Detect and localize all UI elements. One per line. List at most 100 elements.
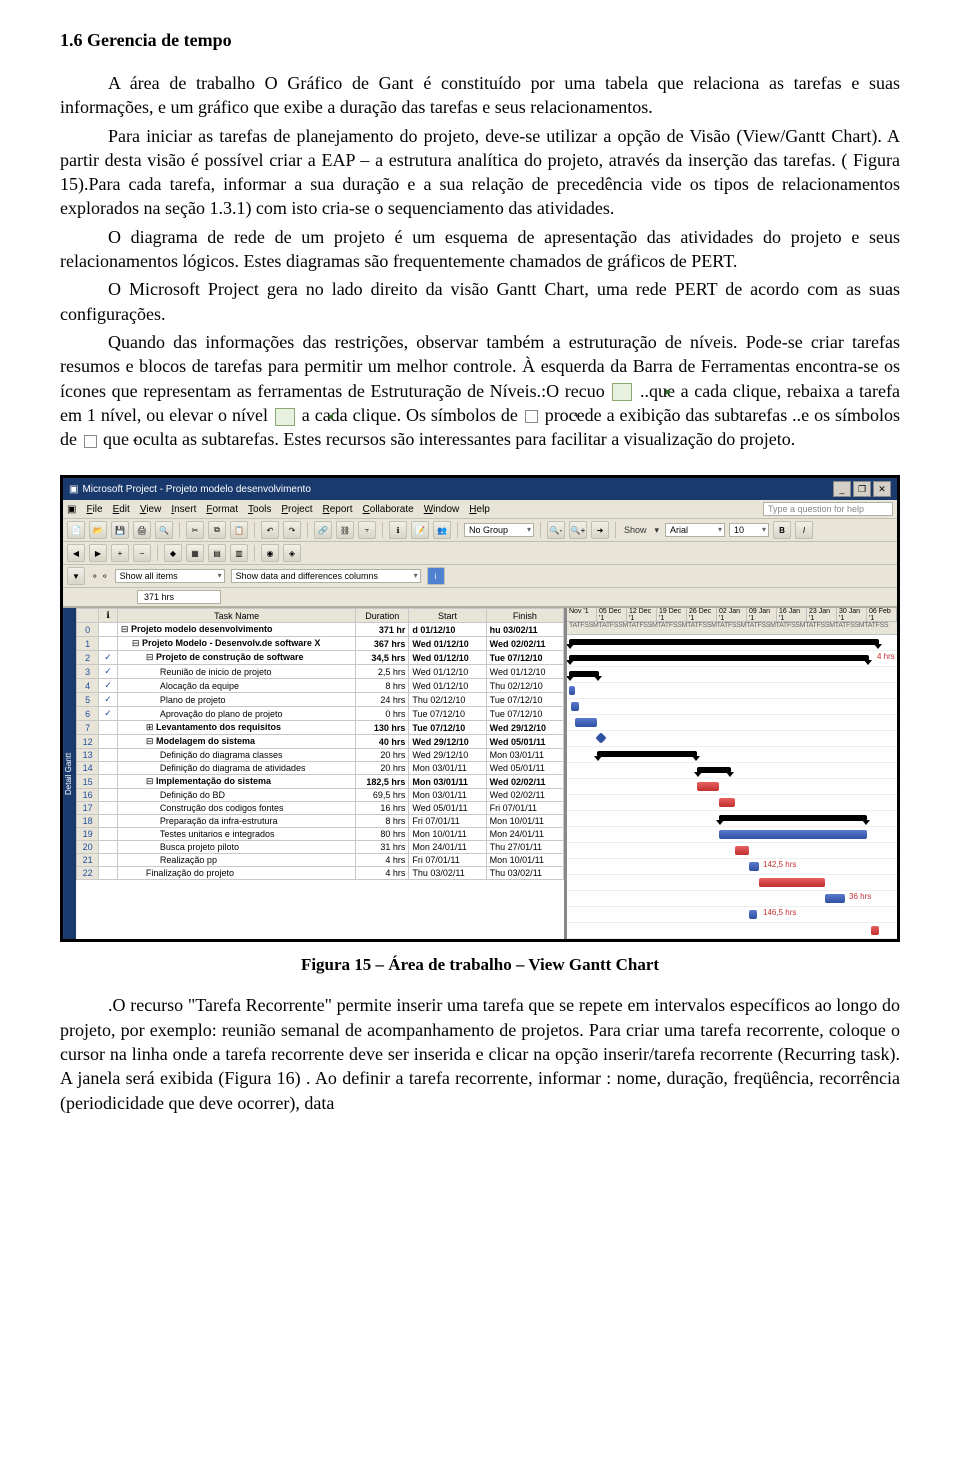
new-icon[interactable]: 📄	[67, 521, 85, 539]
table-row[interactable]: 21Realização pp4 hrsFri 07/01/11Mon 10/0…	[77, 854, 564, 867]
info-blue-icon[interactable]: i	[427, 567, 445, 585]
gantt-bar[interactable]	[759, 878, 825, 887]
hide-subtasks-icon[interactable]: −	[133, 544, 151, 562]
cut-icon[interactable]: ✂	[186, 521, 204, 539]
finish-cell[interactable]: Wed 01/12/10	[486, 665, 563, 679]
task-name-cell[interactable]: ⊞ Levantamento dos requisitos	[117, 721, 355, 735]
task-name-cell[interactable]: ⊟ Projeto Modelo - Desenvolv.de software…	[117, 637, 355, 651]
tool-icon[interactable]: ▥	[230, 544, 248, 562]
finish-cell[interactable]: Wed 05/01/11	[486, 735, 563, 749]
menu-edit[interactable]: Edit	[113, 504, 130, 515]
table-row[interactable]: 3✓Reunião de inicio de projeto2,5 hrsWed…	[77, 665, 564, 679]
row-number[interactable]: 4	[77, 679, 99, 693]
table-row[interactable]: 20Busca projeto piloto31 hrsMon 24/01/11…	[77, 841, 564, 854]
table-row[interactable]: 18Preparação da infra-estrutura8 hrsFri …	[77, 815, 564, 828]
row-number[interactable]: 14	[77, 762, 99, 775]
finish-cell[interactable]: hu 03/02/11	[486, 623, 563, 637]
save-icon[interactable]: 💾	[111, 521, 129, 539]
task-name-cell[interactable]: Definição do BD	[117, 789, 355, 802]
font-size-dropdown[interactable]: 10	[729, 523, 769, 537]
duration-cell[interactable]: 20 hrs	[356, 749, 409, 762]
gantt-bar[interactable]	[575, 718, 597, 727]
gantt-bar[interactable]	[719, 830, 867, 839]
font-dropdown[interactable]: Arial	[665, 523, 725, 537]
gantt-row[interactable]	[567, 747, 897, 763]
gantt-bar[interactable]	[569, 639, 879, 645]
redo-icon[interactable]: ↷	[283, 521, 301, 539]
gantt-row[interactable]	[567, 923, 897, 939]
start-cell[interactable]: Wed 29/12/10	[409, 749, 486, 762]
start-cell[interactable]: d 01/12/10	[409, 623, 486, 637]
table-row[interactable]: 2✓⊟ Projeto de construção de software34,…	[77, 651, 564, 665]
finish-cell[interactable]: Thu 02/12/10	[486, 679, 563, 693]
finish-cell[interactable]: Wed 02/02/11	[486, 789, 563, 802]
col-finish[interactable]: Finish	[486, 609, 563, 623]
row-number[interactable]: 20	[77, 841, 99, 854]
gantt-row[interactable]	[567, 795, 897, 811]
table-row[interactable]: 14Definição do diagrama de atividades20 …	[77, 762, 564, 775]
duration-cell[interactable]: 8 hrs	[356, 679, 409, 693]
finish-cell[interactable]: Mon 10/01/11	[486, 854, 563, 867]
row-number[interactable]: 19	[77, 828, 99, 841]
task-name-cell[interactable]: Plano de projeto	[117, 693, 355, 707]
finish-cell[interactable]: Thu 03/02/11	[486, 867, 563, 880]
finish-cell[interactable]: Mon 10/01/11	[486, 815, 563, 828]
col-info[interactable]: ℹ	[99, 609, 118, 623]
gantt-bar[interactable]	[569, 671, 599, 677]
row-number[interactable]: 0	[77, 623, 99, 637]
outdent-tb-icon[interactable]: ◀	[67, 544, 85, 562]
duration-cell[interactable]: 16 hrs	[356, 802, 409, 815]
gantt-bar[interactable]	[697, 767, 731, 773]
row-number[interactable]: 17	[77, 802, 99, 815]
duration-cell[interactable]: 31 hrs	[356, 841, 409, 854]
duration-cell[interactable]: 4 hrs	[356, 854, 409, 867]
tool-icon[interactable]: ◈	[283, 544, 301, 562]
gantt-row[interactable]	[567, 843, 897, 859]
paste-icon[interactable]: 📋	[230, 521, 248, 539]
filter-all-dropdown[interactable]: Show all items	[115, 569, 225, 583]
gantt-row[interactable]: 36 hrs	[567, 891, 897, 907]
menu-window[interactable]: Window	[424, 504, 460, 515]
finish-cell[interactable]: Tue 07/12/10	[486, 707, 563, 721]
table-row[interactable]: 4✓Alocação da equipe8 hrsWed 01/12/10Thu…	[77, 679, 564, 693]
start-cell[interactable]: Thu 03/02/11	[409, 867, 486, 880]
gantt-bar[interactable]	[825, 894, 845, 903]
gantt-row[interactable]	[567, 779, 897, 795]
menu-report[interactable]: Report	[323, 504, 353, 515]
finish-cell[interactable]: Fri 07/01/11	[486, 802, 563, 815]
finish-cell[interactable]: Wed 29/12/10	[486, 721, 563, 735]
col-start[interactable]: Start	[409, 609, 486, 623]
zoom-in-icon[interactable]: 🔍+	[569, 521, 587, 539]
table-row[interactable]: 1⊟ Projeto Modelo - Desenvolv.de softwar…	[77, 637, 564, 651]
row-number[interactable]: 6	[77, 707, 99, 721]
unlink-icon[interactable]: ⛓	[336, 521, 354, 539]
task-name-cell[interactable]: Realização pp	[117, 854, 355, 867]
row-number[interactable]: 7	[77, 721, 99, 735]
gantt-bar[interactable]	[595, 733, 606, 744]
task-name-cell[interactable]: Preparação da infra-estrutura	[117, 815, 355, 828]
assign-icon[interactable]: 👥	[433, 521, 451, 539]
start-cell[interactable]: Tue 07/12/10	[409, 721, 486, 735]
help-search-box[interactable]: Type a question for help	[763, 502, 893, 516]
view-tab-detail-gantt[interactable]: Detail Gantt	[63, 608, 76, 939]
open-icon[interactable]: 📂	[89, 521, 107, 539]
gantt-chart[interactable]: Nov '105 Dec '112 Dec '119 Dec '126 Dec …	[567, 608, 897, 939]
duration-cell[interactable]: 80 hrs	[356, 828, 409, 841]
duration-cell[interactable]: 367 hrs	[356, 637, 409, 651]
table-row[interactable]: 5✓Plano de projeto24 hrsThu 02/12/10Tue …	[77, 693, 564, 707]
task-name-cell[interactable]: ⊟ Modelagem do sistema	[117, 735, 355, 749]
duration-cell[interactable]: 0 hrs	[356, 707, 409, 721]
task-name-cell[interactable]: Definição do diagrama classes	[117, 749, 355, 762]
row-number[interactable]: 3	[77, 665, 99, 679]
col-duration[interactable]: Duration	[356, 609, 409, 623]
tool-icon[interactable]: ◉	[261, 544, 279, 562]
menu-project[interactable]: Project	[281, 504, 312, 515]
gantt-bar[interactable]	[569, 686, 575, 695]
task-name-cell[interactable]: ⊟ Projeto modelo desenvolvimento	[117, 623, 355, 637]
gantt-bar[interactable]	[719, 798, 735, 807]
table-row[interactable]: 17Construção dos codigos fontes16 hrsWed…	[77, 802, 564, 815]
gantt-row[interactable]	[567, 811, 897, 827]
table-row[interactable]: 19Testes unitarios e integrados80 hrsMon…	[77, 828, 564, 841]
gantt-row[interactable]	[567, 715, 897, 731]
table-row[interactable]: 7⊞ Levantamento dos requisitos130 hrsTue…	[77, 721, 564, 735]
